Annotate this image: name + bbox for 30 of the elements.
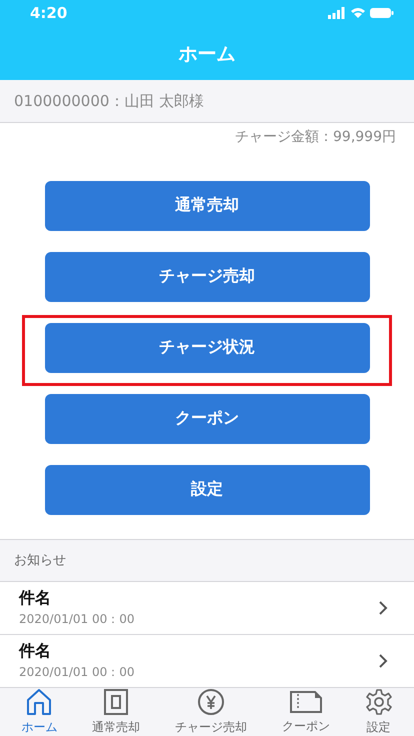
- home-icon: [25, 688, 54, 716]
- menu-button[interactable]: クーポン: [44, 394, 370, 444]
- tab-item[interactable]: クーポン: [282, 689, 330, 735]
- charge-balance: チャージ金額：99,999円: [235, 128, 396, 148]
- account-info: 0100000000：山田 太郎様: [14, 92, 204, 111]
- ticket-icon: [288, 689, 323, 715]
- signal-icon: [328, 6, 345, 18]
- menu-button[interactable]: チャージ状況: [44, 322, 370, 372]
- tab-item[interactable]: チャージ売却: [174, 688, 247, 736]
- menu-button[interactable]: チャージ売却: [44, 252, 370, 302]
- news-item[interactable]: 件名 2020/01/01 00：00: [0, 582, 414, 635]
- card-icon: [103, 688, 130, 716]
- tab-item[interactable]: 通常売却: [92, 688, 140, 736]
- tab-item[interactable]: ホーム: [21, 688, 58, 736]
- battery-icon: [370, 6, 394, 18]
- settings-icon: [364, 688, 393, 716]
- section-heading: お知らせ: [14, 552, 66, 570]
- menu-button[interactable]: 設定: [44, 464, 370, 514]
- news-title: 件名: [19, 588, 52, 609]
- wifi-icon: [350, 6, 365, 18]
- tab-item[interactable]: 設定: [364, 688, 393, 736]
- chevron-icon: [378, 600, 388, 616]
- news-date: 2020/01/01 00：00: [19, 664, 135, 681]
- chevron-icon: [378, 652, 388, 669]
- yen-icon: [196, 688, 225, 716]
- news-title: 件名: [19, 640, 52, 662]
- menu-button[interactable]: 通常売却: [44, 180, 370, 230]
- news-date: 2020/01/01 00：00: [19, 610, 135, 628]
- page-title: ホーム: [178, 42, 236, 67]
- status-time: 4:20: [30, 4, 68, 22]
